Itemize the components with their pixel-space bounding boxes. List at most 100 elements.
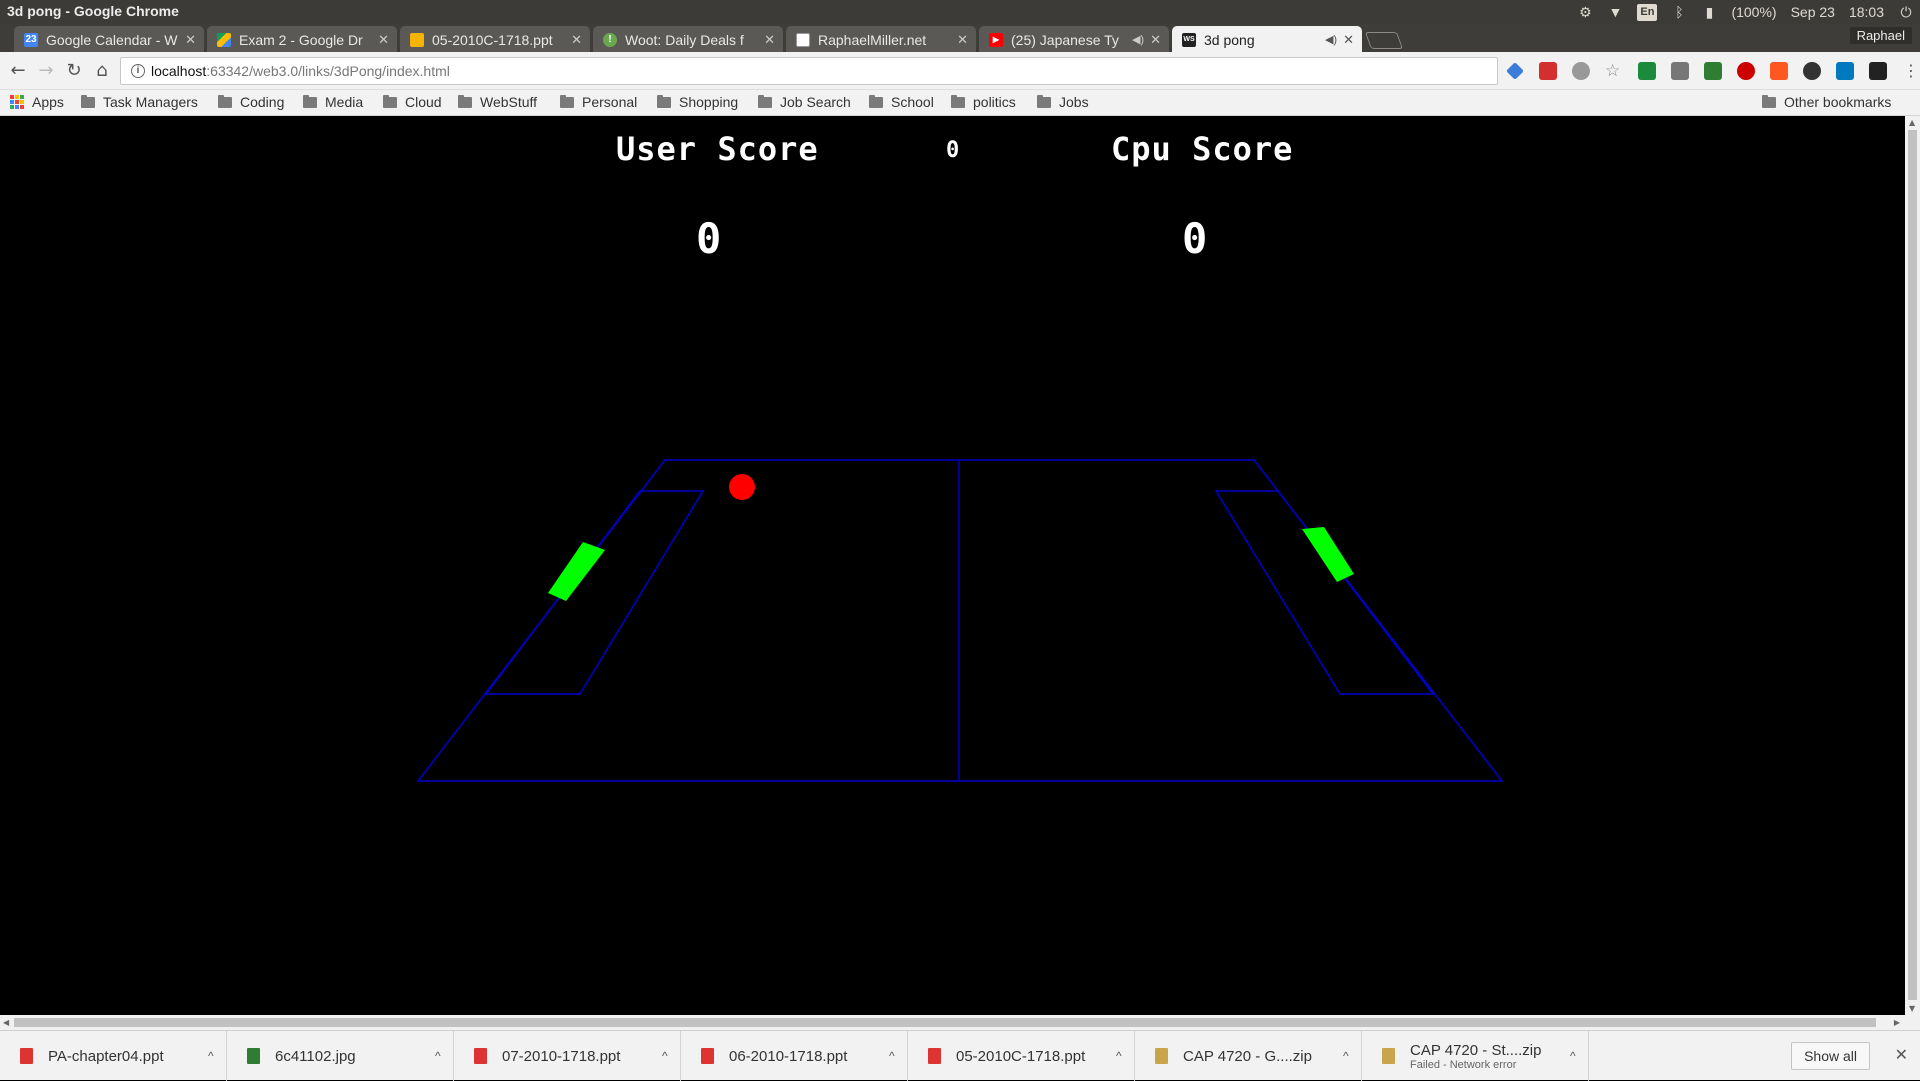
scroll-left-icon[interactable]: ◀ (3, 1018, 9, 1027)
tab-3d-pong[interactable]: WS 3d pong ◀) ✕ (1172, 26, 1362, 53)
bookmark-apps[interactable]: Apps (10, 94, 64, 110)
settings-tray-icon[interactable]: ⚙ (1577, 4, 1593, 20)
extension-icon[interactable] (1506, 62, 1524, 80)
download-item-failed[interactable]: CAP 4720 - St....zip Failed - Network er… (1362, 1031, 1589, 1081)
url-host: localhost (151, 63, 207, 79)
download-item[interactable]: 05-2010C-1718.ppt ^ (908, 1031, 1135, 1081)
speaker-icon[interactable]: ◀) (1325, 33, 1337, 46)
page-icon (796, 32, 810, 47)
extensions-row: ☆ ⋮ (1506, 62, 1920, 80)
left-paddle-zone (484, 490, 705, 695)
scroll-right-icon[interactable]: ▶ (1894, 1018, 1900, 1027)
back-icon[interactable]: ← (8, 61, 28, 81)
trello-icon[interactable] (1836, 62, 1854, 80)
bluetooth-icon[interactable]: ᛒ (1671, 4, 1687, 20)
tab-woot[interactable]: ! Woot: Daily Deals f ✕ (593, 26, 783, 53)
ball (729, 474, 755, 500)
home-icon[interactable]: ⌂ (92, 61, 112, 81)
url-path: :63342/web3.0/links/3dPong/index.html (206, 63, 450, 79)
download-item[interactable]: 07-2010-1718.ppt ^ (454, 1031, 681, 1081)
tab-title: Woot: Daily Deals f (625, 31, 744, 48)
extension-icon[interactable] (1770, 62, 1788, 80)
info-icon[interactable]: i (131, 64, 145, 78)
extension-icon[interactable] (1539, 62, 1557, 80)
bookmark-folder[interactable]: Job Search (758, 94, 851, 110)
download-item[interactable]: 6c41102.jpg ^ (227, 1031, 454, 1081)
bookmark-folder[interactable]: Cloud (383, 94, 442, 110)
zip-file-icon (1382, 1048, 1395, 1064)
close-icon[interactable]: ✕ (1895, 1045, 1908, 1065)
ppt-file-icon (701, 1048, 714, 1064)
chevron-up-icon[interactable]: ^ (208, 1049, 214, 1063)
download-filename: CAP 4720 - St....zip (1410, 1041, 1542, 1059)
image-file-icon (247, 1048, 260, 1064)
extension-icon[interactable] (1704, 62, 1722, 80)
forward-icon[interactable]: → (36, 61, 56, 81)
scrollbar-thumb[interactable] (14, 1018, 1876, 1027)
folder-icon (951, 94, 965, 108)
ppt-file-icon (928, 1048, 941, 1064)
bookmark-folder[interactable]: Task Managers (81, 94, 198, 110)
folder-icon (303, 94, 317, 108)
close-tab-icon[interactable]: ✕ (378, 32, 389, 48)
folder-icon (383, 94, 397, 108)
close-tab-icon[interactable]: ✕ (957, 32, 968, 48)
chevron-up-icon[interactable]: ^ (435, 1049, 441, 1063)
battery-icon[interactable]: ▮ (1701, 4, 1717, 20)
bookmark-folder[interactable]: Personal (560, 94, 637, 110)
extension-icon[interactable] (1737, 62, 1755, 80)
reload-icon[interactable]: ↻ (64, 61, 84, 81)
new-tab-button[interactable] (1364, 32, 1404, 49)
horizontal-scrollbar[interactable]: ◀ ▶ (0, 1015, 1920, 1030)
tab-google-calendar[interactable]: 23 Google Calendar - W ✕ (14, 26, 204, 53)
download-item[interactable]: 06-2010-1718.ppt ^ (681, 1031, 908, 1081)
scrollbar-thumb[interactable] (1908, 130, 1917, 1000)
extension-icon[interactable] (1803, 62, 1821, 80)
download-item[interactable]: CAP 4720 - G....zip ^ (1135, 1031, 1362, 1081)
tab-youtube[interactable]: ▶ (25) Japanese Ty ◀) ✕ (979, 26, 1169, 53)
close-tab-icon[interactable]: ✕ (185, 32, 196, 48)
download-item[interactable]: PA-chapter04.ppt ^ (0, 1031, 227, 1081)
bookmark-folder[interactable]: Shopping (657, 94, 738, 110)
bookmark-folder[interactable]: School (869, 94, 934, 110)
bookmark-folder[interactable]: Coding (218, 94, 284, 110)
chevron-up-icon[interactable]: ^ (1116, 1049, 1122, 1063)
youtube-icon: ▶ (989, 32, 1003, 47)
extension-icon[interactable] (1869, 62, 1887, 80)
close-tab-icon[interactable]: ✕ (764, 32, 775, 48)
close-tab-icon[interactable]: ✕ (1150, 32, 1161, 48)
show-all-button[interactable]: Show all (1791, 1042, 1870, 1070)
speaker-icon[interactable]: ◀) (1132, 33, 1144, 46)
bookmark-star-icon[interactable]: ☆ (1605, 62, 1623, 80)
date[interactable]: Sep 23 (1791, 4, 1835, 20)
extension-icon[interactable] (1671, 62, 1689, 80)
chevron-up-icon[interactable]: ^ (889, 1049, 895, 1063)
scroll-down-icon[interactable]: ▼ (1909, 1004, 1915, 1013)
wifi-icon[interactable]: ▼ (1607, 4, 1623, 20)
drive-icon (217, 32, 231, 47)
keyboard-language-indicator[interactable]: En (1637, 3, 1658, 21)
game-viewport[interactable]: User Score 0 Cpu Score 0 0 (0, 116, 1905, 1015)
bookmark-folder[interactable]: Jobs (1037, 94, 1089, 110)
close-tab-icon[interactable]: ✕ (571, 32, 582, 48)
profile-button[interactable]: Raphael (1849, 27, 1912, 44)
clock[interactable]: 18:03 (1849, 4, 1884, 20)
bookmark-folder[interactable]: WebStuff (458, 94, 537, 110)
tab-raphaelmiller[interactable]: RaphaelMiller.net ✕ (786, 26, 976, 53)
vertical-scrollbar[interactable]: ▲ ▼ (1905, 116, 1920, 1015)
close-tab-icon[interactable]: ✕ (1343, 32, 1354, 48)
extension-icon[interactable] (1572, 62, 1590, 80)
tab-05-2010c-ppt[interactable]: 05-2010C-1718.ppt ✕ (400, 26, 590, 53)
address-bar[interactable]: i localhost:63342/web3.0/links/3dPong/in… (120, 57, 1498, 85)
power-icon[interactable]: ⏻ (1898, 4, 1914, 20)
other-bookmarks[interactable]: Other bookmarks (1762, 94, 1891, 110)
scroll-up-icon[interactable]: ▲ (1909, 118, 1915, 127)
menu-icon[interactable]: ⋮ (1902, 62, 1920, 80)
chevron-up-icon[interactable]: ^ (662, 1049, 668, 1063)
chevron-up-icon[interactable]: ^ (1570, 1049, 1576, 1063)
bookmark-folder[interactable]: politics (951, 94, 1016, 110)
extension-icon[interactable] (1638, 62, 1656, 80)
tab-exam-2[interactable]: Exam 2 - Google Dr ✕ (207, 26, 397, 53)
bookmark-folder[interactable]: Media (303, 94, 363, 110)
chevron-up-icon[interactable]: ^ (1343, 1049, 1349, 1063)
